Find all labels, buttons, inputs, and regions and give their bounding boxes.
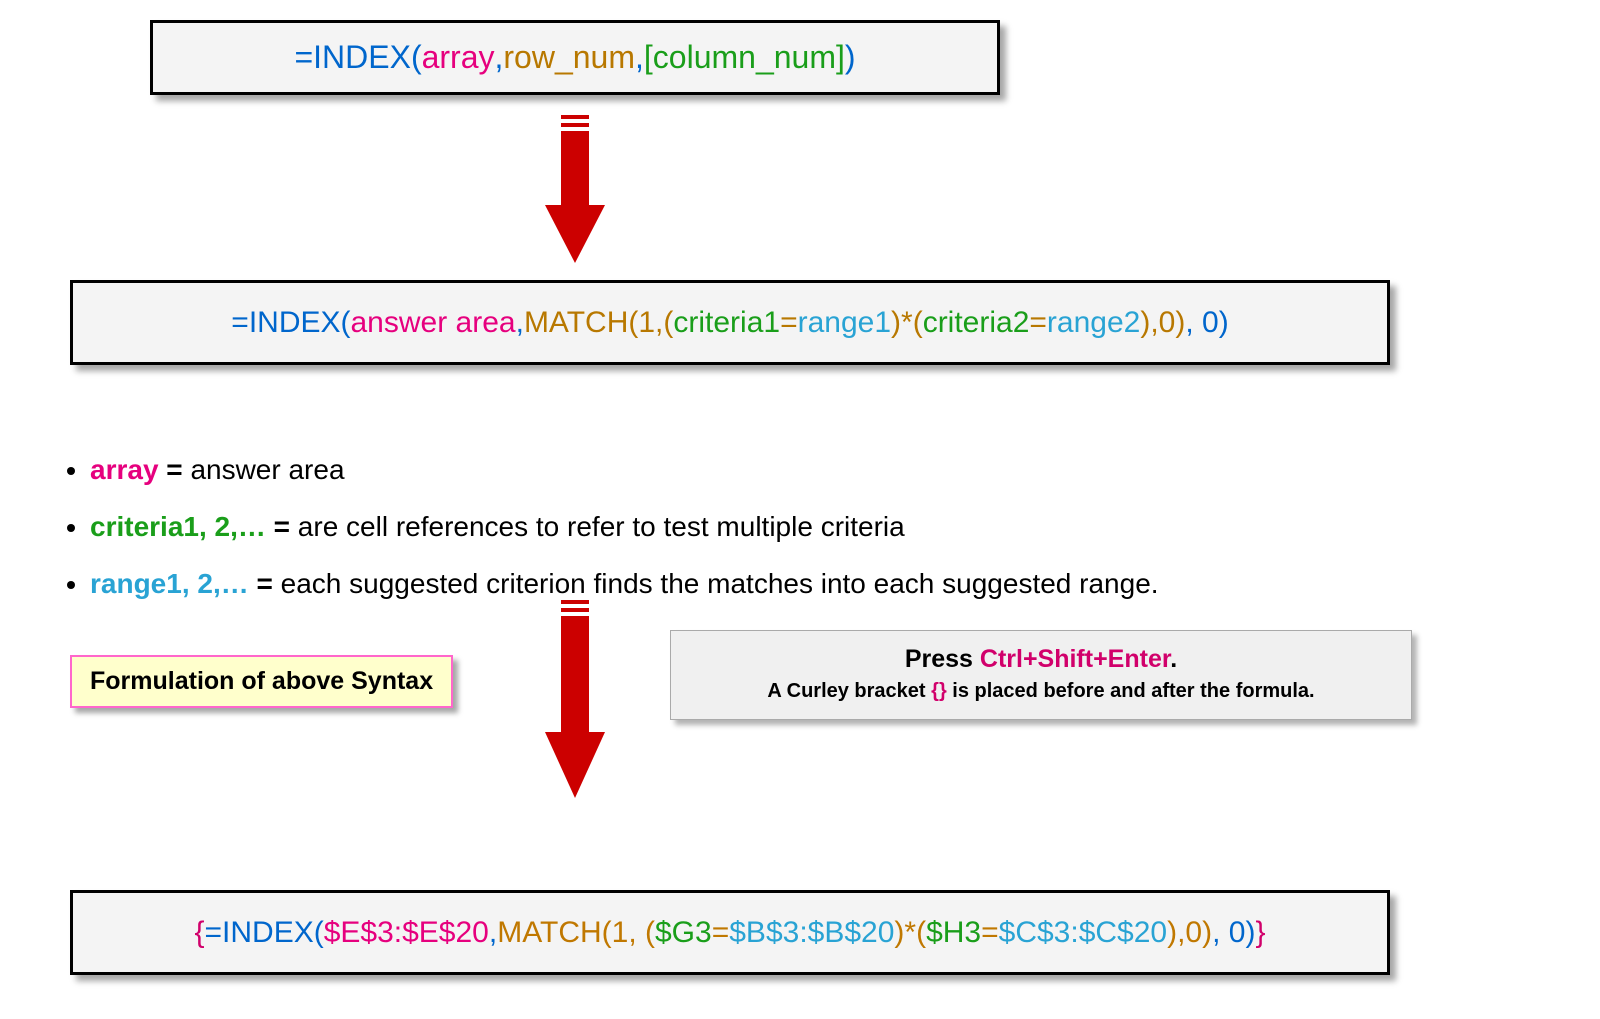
arg-range2: range2 [1047, 306, 1140, 340]
formula-text: =INDEX( [231, 306, 350, 340]
example-formula-box: { =INDEX( $E$3:$E$20 , MATCH (1, ( $G3 =… [70, 890, 1390, 975]
diagram-page: =INDEX( array , row_num , [column_num] )… [0, 0, 1600, 1019]
formula-text: = [712, 916, 730, 950]
formulation-label: Formulation of above Syntax [70, 655, 453, 708]
braces: {} [931, 680, 947, 702]
formula-text: = [780, 306, 798, 340]
fn-match: MATCH [497, 916, 601, 950]
formula-text: , [635, 39, 644, 76]
keystroke: Ctrl+Shift+Enter [980, 645, 1170, 673]
equals: = [274, 511, 298, 542]
definition-text: are cell references to refer to test mul… [298, 511, 905, 542]
arg-criteria1: $G3 [655, 916, 712, 950]
hint-line-1: Press Ctrl+Shift+Enter. [681, 645, 1401, 674]
formula-text: =INDEX( [294, 39, 421, 76]
arg-range1: range1 [798, 306, 891, 340]
hint-text: . [1170, 645, 1177, 673]
arg-col-num: [column_num] [644, 39, 845, 76]
label-text: Formulation of above Syntax [90, 667, 433, 695]
arg-criteria2: $H3 [926, 916, 981, 950]
formula-text: , 0) [1185, 306, 1228, 340]
formula-text: ),0) [1140, 306, 1185, 340]
formula-text: , [489, 916, 497, 950]
formula-text: , [516, 306, 524, 340]
formula-text: = [1029, 306, 1047, 340]
hint-line-2: A Curley bracket {} is placed before and… [681, 680, 1401, 703]
syntax-box-index-match: =INDEX( answer area , MATCH (1,( criteri… [70, 280, 1390, 365]
argument-definition-list: array = answer area criteria1, 2,… = are… [50, 443, 1159, 615]
arrow-down-icon [545, 115, 605, 265]
list-item: criteria1, 2,… = are cell references to … [90, 500, 1159, 553]
arg-array: array [422, 39, 495, 76]
brace-close: } [1255, 916, 1265, 950]
formula-text: (1, ( [602, 916, 655, 950]
equals: = [166, 454, 190, 485]
list-item: array = answer area [90, 443, 1159, 496]
arg-range2: $C$3:$C$20 [999, 916, 1167, 950]
formula-text: =INDEX( [205, 916, 324, 950]
arg-criteria1: criteria1 [673, 306, 780, 340]
arg-row-num: row_num [503, 39, 635, 76]
formula-text: , 0) [1212, 916, 1255, 950]
hint-text: A Curley bracket [767, 680, 931, 702]
formula-text: , [495, 39, 504, 76]
hint-text: is placed before and after the formula. [947, 680, 1315, 702]
arg-range1: $B$3:$B$20 [729, 916, 894, 950]
fn-match: MATCH [524, 306, 628, 340]
definition-text: each suggested criterion finds the match… [281, 568, 1159, 599]
hint-text: Press [905, 645, 980, 673]
formula-text: (1,( [628, 306, 673, 340]
definition-text: answer area [190, 454, 344, 485]
syntax-box-index: =INDEX( array , row_num , [column_num] ) [150, 20, 1000, 95]
arg-criteria2: criteria2 [923, 306, 1030, 340]
keyboard-hint-box: Press Ctrl+Shift+Enter. A Curley bracket… [670, 630, 1412, 720]
formula-text: )*( [894, 916, 926, 950]
arg-answer-area: $E$3:$E$20 [324, 916, 489, 950]
term-array: array [90, 454, 159, 485]
brace-open: { [194, 916, 204, 950]
term-range: range1, 2,… [90, 568, 249, 599]
term-criteria: criteria1, 2,… [90, 511, 266, 542]
formula-text: )*( [891, 306, 923, 340]
equals: = [257, 568, 281, 599]
formula-text: ),0) [1167, 916, 1212, 950]
formula-text: ) [845, 39, 856, 76]
list-item: range1, 2,… = each suggested criterion f… [90, 557, 1159, 610]
formula-text: = [981, 916, 999, 950]
arrow-down-icon [545, 600, 605, 800]
arg-answer-area: answer area [351, 306, 516, 340]
